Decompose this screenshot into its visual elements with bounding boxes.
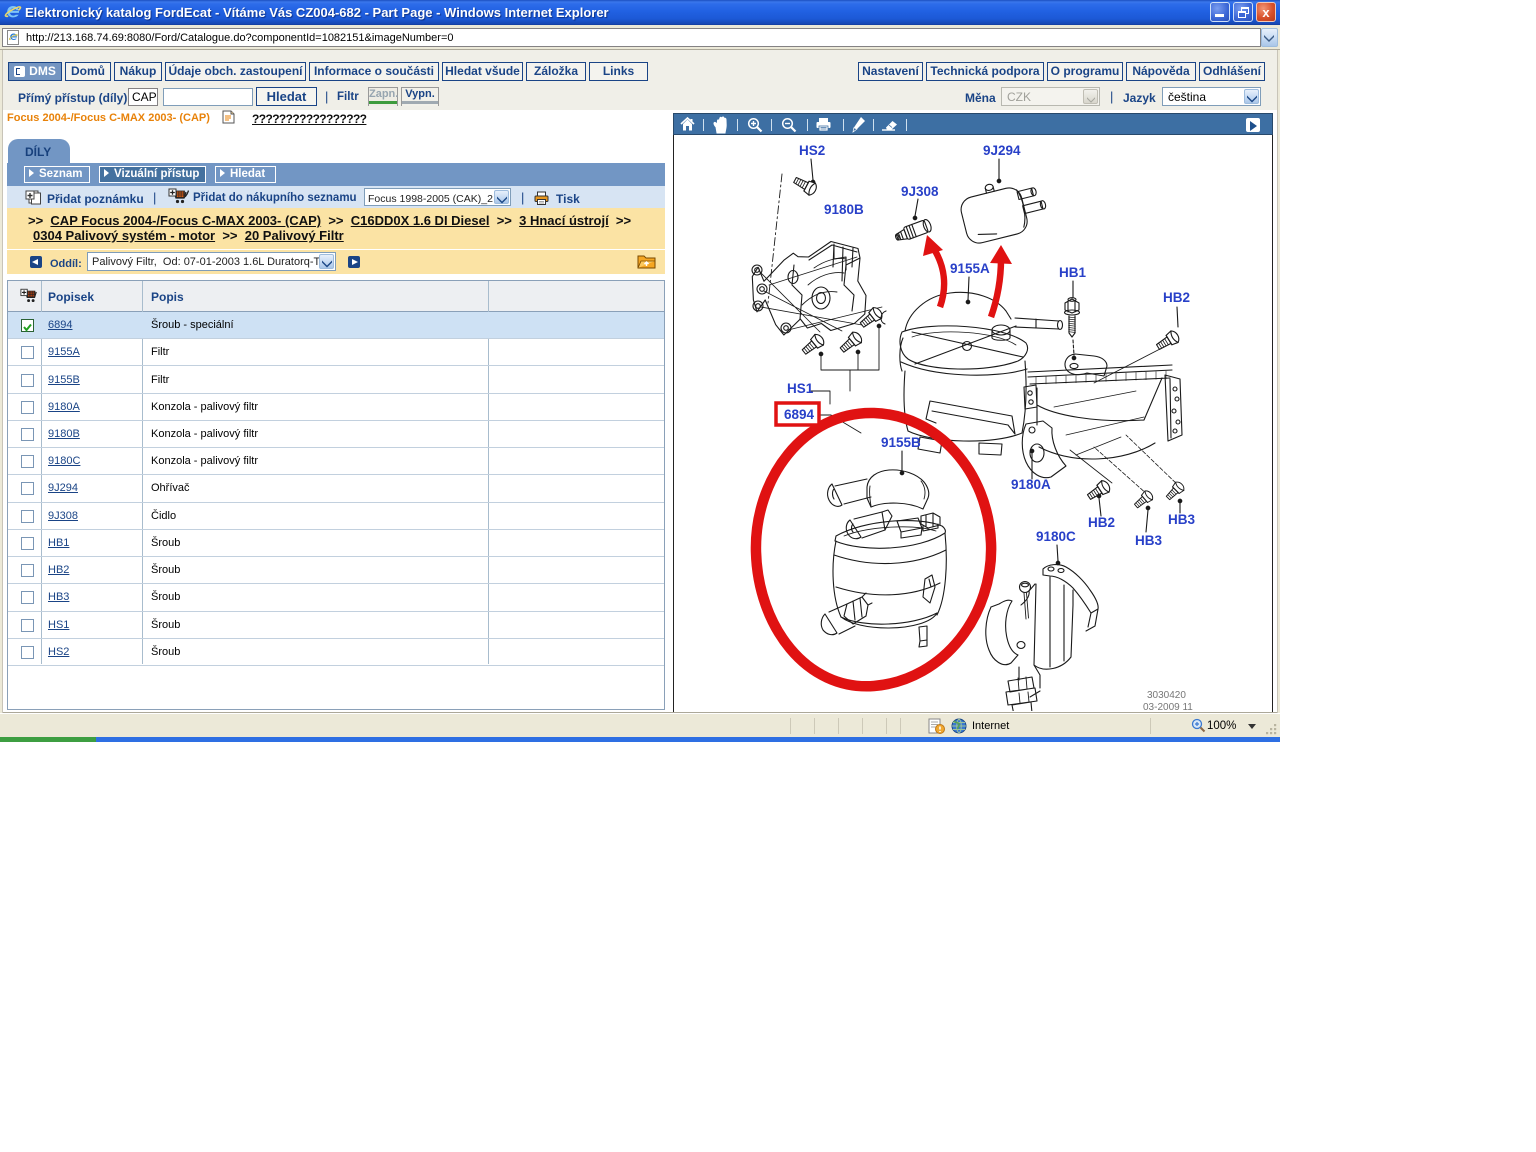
svg-text:9J294: 9J294 bbox=[983, 143, 1021, 158]
svg-text:HB3: HB3 bbox=[1135, 533, 1162, 548]
svg-text:HB1: HB1 bbox=[1059, 265, 1086, 280]
svg-text:9180C: 9180C bbox=[1036, 529, 1076, 544]
svg-text:9155B: 9155B bbox=[881, 435, 921, 450]
svg-text:HB2: HB2 bbox=[1088, 515, 1115, 530]
svg-text:9J308: 9J308 bbox=[901, 184, 939, 199]
svg-text:HB3: HB3 bbox=[1168, 512, 1195, 527]
svg-text:9155A: 9155A bbox=[950, 261, 990, 276]
svg-text:9180A: 9180A bbox=[1011, 477, 1051, 492]
svg-text:HB2: HB2 bbox=[1163, 290, 1190, 305]
svg-text:03-2009 11: 03-2009 11 bbox=[1143, 702, 1193, 711]
svg-text:9180B: 9180B bbox=[824, 202, 864, 217]
svg-text:6894: 6894 bbox=[784, 407, 815, 422]
svg-text:3030420: 3030420 bbox=[1147, 690, 1186, 701]
svg-text:HS2: HS2 bbox=[799, 143, 825, 158]
svg-text:HS1: HS1 bbox=[787, 381, 814, 396]
